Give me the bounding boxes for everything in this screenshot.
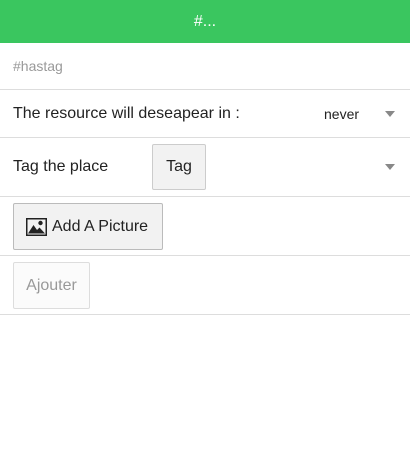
header-title: #...	[193, 12, 217, 30]
expire-select[interactable]: The resource will deseapear in : never	[0, 90, 410, 138]
expire-label: The resource will deseapear in :	[13, 104, 240, 122]
tag-row: Tag the place Tag	[0, 138, 410, 197]
picture-row: Add A Picture	[0, 197, 410, 256]
tag-label: Tag the place	[13, 158, 109, 175]
submit-button[interactable]: Ajouter	[13, 262, 90, 309]
chevron-down-icon[interactable]	[385, 110, 395, 117]
hashtag-row	[0, 43, 410, 90]
submit-row: Ajouter	[0, 256, 410, 315]
hashtag-input[interactable]	[13, 58, 393, 74]
expire-selected-value[interactable]: never	[324, 106, 359, 122]
chevron-down-icon[interactable]	[385, 164, 395, 170]
image-icon	[26, 217, 47, 236]
add-picture-button[interactable]: Add A Picture	[13, 203, 163, 250]
add-picture-label: Add A Picture	[52, 217, 149, 235]
tag-button[interactable]: Tag	[152, 144, 206, 190]
app-header: #...	[0, 0, 410, 43]
